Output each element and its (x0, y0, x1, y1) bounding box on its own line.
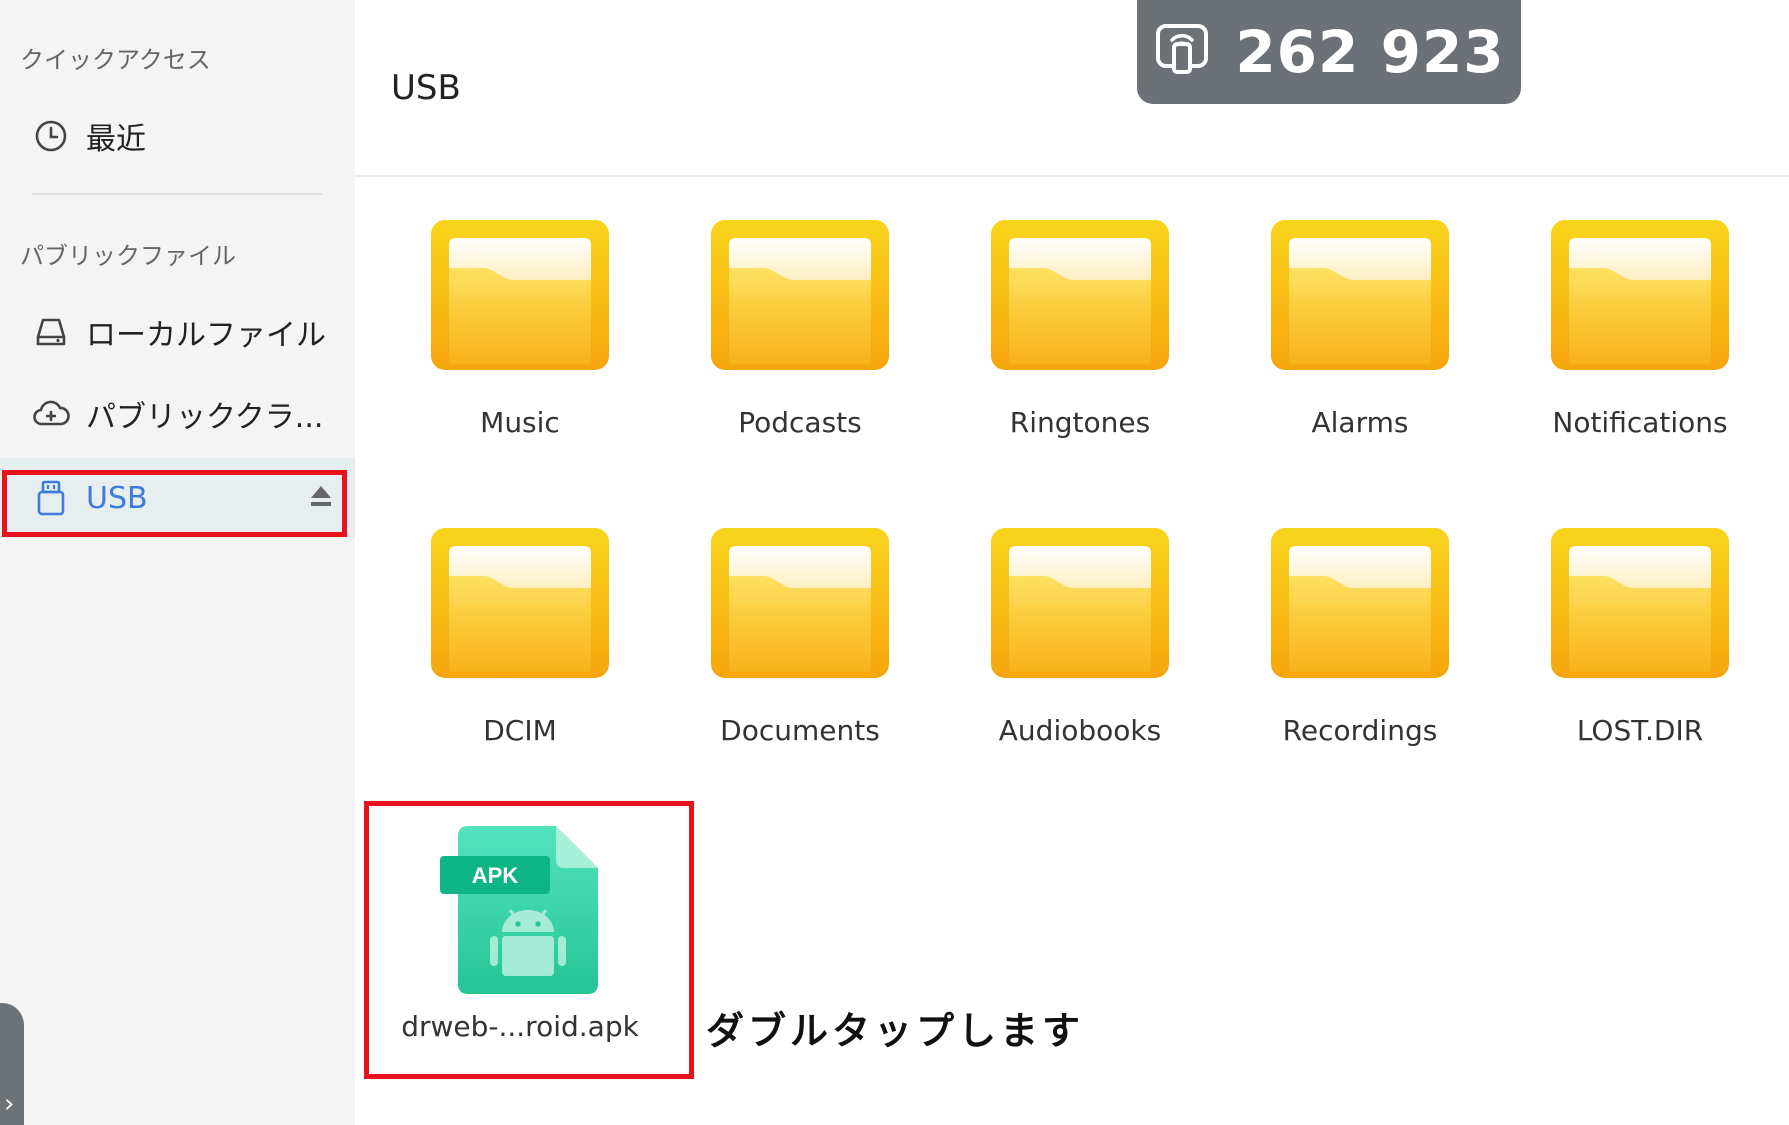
sidebar-collapse-handle[interactable]: › (0, 1003, 24, 1125)
folder-name: Recordings (1282, 714, 1438, 747)
clock-icon (32, 117, 70, 155)
folder-tile[interactable]: Documents (685, 528, 915, 747)
folder-name: Alarms (1311, 406, 1409, 439)
apk-highlight-box (364, 801, 694, 1079)
sidebar: クイックアクセス 最近 パブリックファイル ローカルファイル パブリッククラ..… (0, 0, 355, 1125)
folder-name: LOST.DIR (1576, 714, 1704, 747)
chevron-right-icon: › (4, 1089, 15, 1119)
cast-screen-icon (1153, 21, 1211, 83)
sidebar-item-label: ローカルファイル (86, 318, 326, 353)
sidebar-item-local-files[interactable]: ローカルファイル (0, 292, 355, 372)
sidebar-item-public-cloud[interactable]: パブリッククラ... (0, 374, 355, 454)
folder-name: Audiobooks (998, 714, 1162, 747)
screen-share-code-badge: 262 923 (1137, 0, 1521, 104)
folder-icon (991, 528, 1169, 678)
folder-name: Notifications (1552, 406, 1728, 439)
folder-icon (711, 528, 889, 678)
folder-icon (711, 220, 889, 370)
folder-name: Documents (720, 714, 880, 747)
cloud-add-icon (32, 395, 70, 433)
folder-name: Ringtones (1009, 406, 1151, 439)
folder-icon (1551, 220, 1729, 370)
folder-tile[interactable]: Alarms (1245, 220, 1475, 439)
sidebar-item-label: パブリッククラ... (86, 400, 324, 435)
folder-icon (991, 220, 1169, 370)
sidebar-item-recent[interactable]: 最近 (0, 96, 355, 176)
folder-name: Podcasts (738, 406, 862, 439)
folder-tile[interactable]: Audiobooks (965, 528, 1195, 747)
folder-tile[interactable]: Recordings (1245, 528, 1475, 747)
double-tap-instruction: ダブルタップします (706, 1009, 1085, 1053)
usb-highlight-box (2, 470, 347, 537)
folder-tile[interactable]: DCIM (405, 528, 635, 747)
sidebar-divider (32, 193, 322, 195)
folder-name: DCIM (483, 714, 557, 747)
folder-tile[interactable]: Music (405, 220, 635, 439)
folder-icon (1271, 220, 1449, 370)
folder-icon (1271, 528, 1449, 678)
folder-icon (431, 220, 609, 370)
folder-tile[interactable]: Notifications (1525, 220, 1755, 439)
folder-icon (431, 528, 609, 678)
header-divider (355, 175, 1789, 177)
connection-code: 262 923 (1235, 18, 1505, 86)
quick-access-title: クイックアクセス (20, 46, 211, 74)
folder-tile[interactable]: Ringtones (965, 220, 1195, 439)
hard-drive-icon (32, 313, 70, 351)
public-files-title: パブリックファイル (20, 242, 236, 270)
page-title: USB (391, 68, 461, 108)
folder-name: Music (480, 406, 560, 439)
sidebar-item-label: 最近 (86, 122, 146, 157)
folder-tile[interactable]: Podcasts (685, 220, 915, 439)
folder-tile[interactable]: LOST.DIR (1525, 528, 1755, 747)
folder-icon (1551, 528, 1729, 678)
